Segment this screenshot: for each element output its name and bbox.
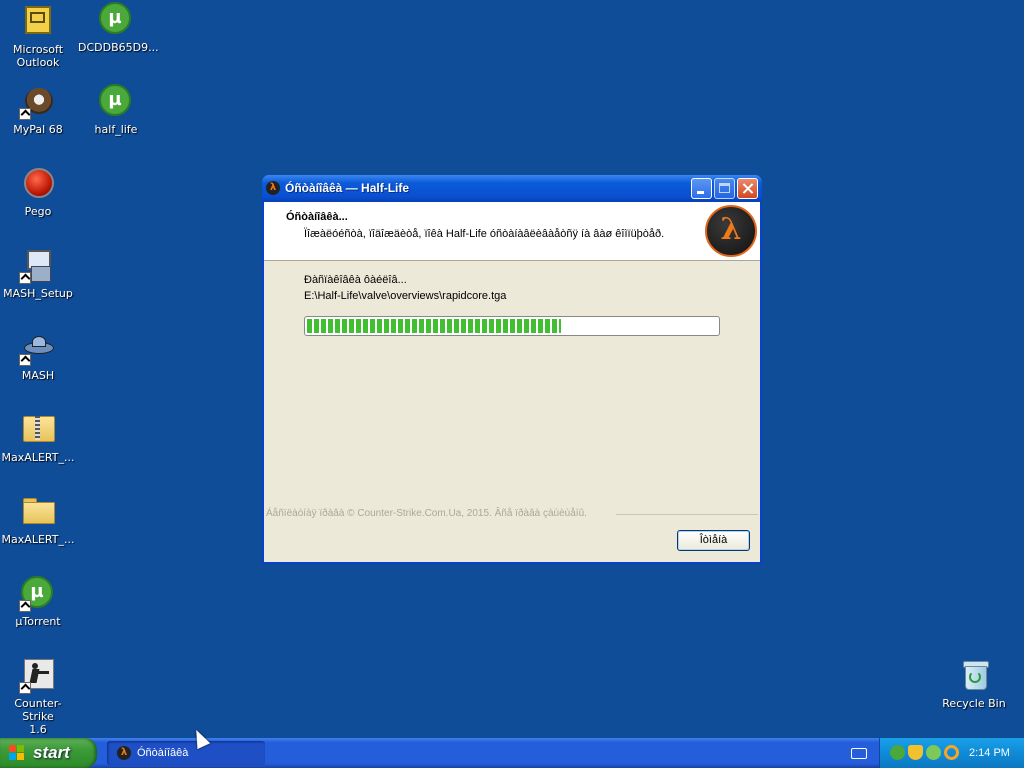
desktop-icon-maxalert-folder[interactable]: MaxALERT_... (0, 494, 76, 546)
desktop-icon-label: half_life (94, 123, 138, 136)
maximize-button (714, 178, 735, 199)
half-life-logo-icon: λ (705, 205, 757, 257)
mypal-icon (19, 84, 55, 120)
desktop-icon-utorrent[interactable]: µ µTorrent (0, 576, 76, 628)
header-title: Óñòàíîâêà... (286, 211, 348, 223)
half-life-icon: λ (117, 746, 131, 760)
desktop-icon-label: Recycle Bin (942, 697, 1006, 710)
desktop-icon-label: MaxALERT_... (1, 533, 75, 546)
cancel-button[interactable]: Îòìåíà (677, 530, 750, 551)
progress-fill (307, 319, 562, 333)
desktop-icon-label: µTorrent (15, 615, 61, 628)
utorrent-icon: µ (19, 576, 55, 612)
desktop-icon-mash-setup[interactable]: MASH_Setup (0, 248, 76, 300)
desktop-icon-dcddb65d9[interactable]: µ DCDDB65D9... (78, 2, 159, 54)
clock: 2:14 PM (969, 747, 1010, 759)
close-button[interactable] (737, 178, 758, 199)
mash-icon (19, 330, 55, 366)
utorrent-file-icon: µ (99, 2, 133, 36)
windows-flag-icon (9, 745, 25, 761)
current-file-path: E:\Half-Life\valve\overviews\rapidcore.t… (304, 290, 507, 302)
dialog-titlebar[interactable]: λ Óñòàíîâêà — Half-Life (262, 175, 762, 202)
zip-folder-icon (21, 412, 55, 446)
desktop-icon-maxalert-zip[interactable]: MaxALERT_... (0, 412, 76, 464)
taskbar: start λ Óñòàíîâêà 2:14 PM (0, 738, 1024, 768)
half-life-icon: λ (266, 181, 280, 195)
keyboard-icon[interactable] (851, 748, 867, 759)
search-icon[interactable] (944, 745, 959, 760)
taskbar-item-installer[interactable]: λ Óñòàíîâêà (107, 741, 265, 765)
desktop-icon-outlook[interactable]: Microsoft Outlook (0, 4, 76, 69)
start-button[interactable]: start (0, 738, 97, 768)
outlook-icon (21, 4, 55, 38)
taskbar-item-label: Óñòàíîâêà (137, 747, 189, 759)
desktop-icon-label: Counter-Strike 1.6 (14, 697, 62, 736)
desktop-icon-label: MyPal 68 (13, 123, 63, 136)
network-icon[interactable] (926, 745, 941, 760)
desktop-icon-label: Microsoft Outlook (12, 43, 64, 69)
header-subtitle: Ïîæàëóéñòà, ïîäîæäèòå, ïîêà Half-Life óñ… (304, 228, 665, 240)
desktop-icon-counter-strike[interactable]: Counter-Strike 1.6 (0, 658, 76, 736)
desktop-icon-mypal[interactable]: MyPal 68 (0, 84, 76, 136)
counter-strike-icon (19, 658, 55, 694)
dialog-title: Óñòàíîâêà — Half-Life (285, 181, 410, 195)
desktop-icon-recycle-bin[interactable]: Recycle Bin (936, 658, 1012, 710)
utorrent-tray-icon[interactable] (890, 745, 905, 760)
system-tray: 2:14 PM (879, 738, 1024, 768)
branding-text: Áåñïëàòíàÿ ïðàâà © Counter-Strike.Com.Ua… (266, 508, 587, 519)
desktop-icon-half-life[interactable]: µ half_life (78, 84, 154, 136)
recycle-bin-icon (957, 658, 991, 692)
minimize-button[interactable] (691, 178, 712, 199)
desktop-icon-mash[interactable]: MASH (0, 330, 76, 382)
dialog-header: Óñòàíîâêà... Ïîæàëóéñòà, ïîäîæäèòå, ïîêà… (264, 202, 760, 261)
status-text: Ðàñïàêîâêà ôàéëîâ... (304, 274, 407, 286)
security-shield-icon[interactable] (908, 745, 923, 760)
desktop-icon-label: MASH_Setup (3, 287, 73, 300)
install-progress-bar (304, 316, 720, 336)
desktop-icon-pego[interactable]: Pego (0, 166, 76, 218)
branding-divider (616, 514, 758, 515)
desktop-icon-label: MaxALERT_... (1, 451, 75, 464)
start-label: start (33, 743, 70, 762)
desktop-icon-label: Pego (24, 205, 52, 218)
desktop-icon-label: MASH (21, 369, 55, 382)
folder-icon (21, 494, 55, 528)
installer-icon (19, 248, 55, 284)
pego-icon (21, 166, 55, 200)
utorrent-file-icon: µ (99, 84, 133, 118)
desktop-icon-label: DCDDB65D9... (78, 41, 159, 54)
installer-dialog: λ Óñòàíîâêà — Half-Life Óñòàíîâêà... Ïîæ… (262, 175, 762, 564)
